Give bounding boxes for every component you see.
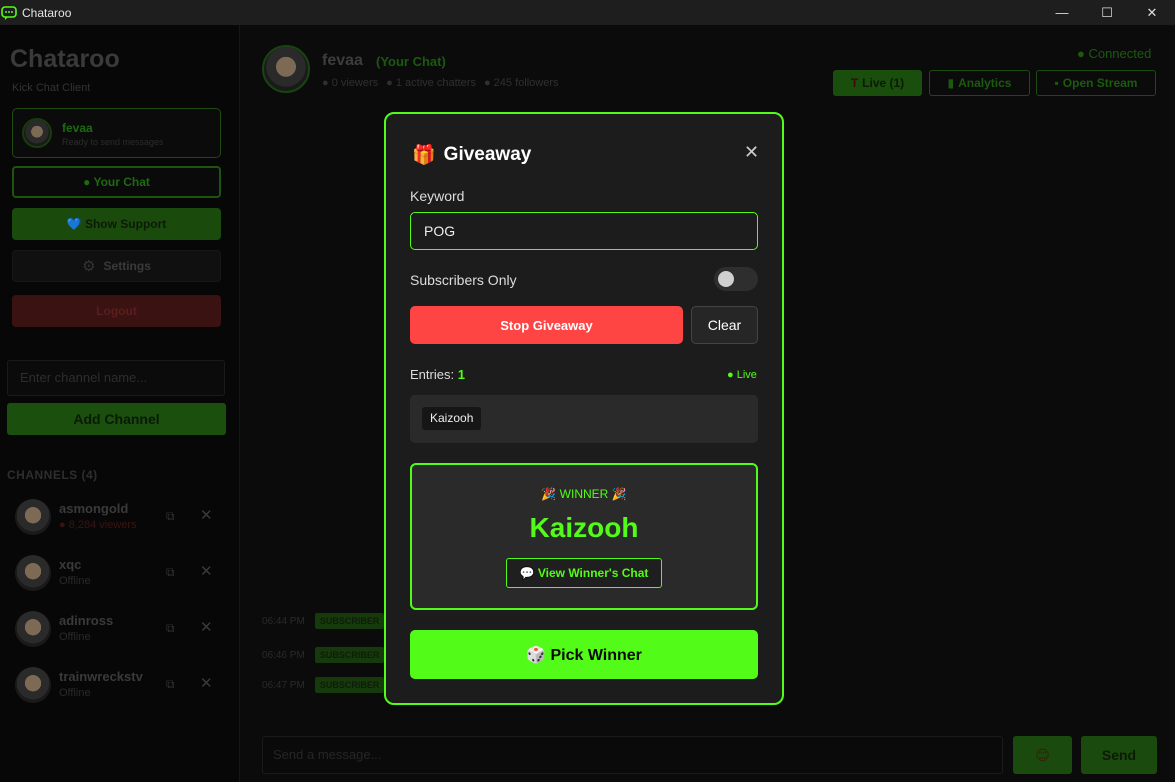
giveaway-modal: 🎁 Giveaway ✕ Keyword POG Subscribers Onl… bbox=[384, 112, 784, 705]
close-window-button[interactable]: ✕ bbox=[1129, 0, 1175, 25]
channels-heading: CHANNELS (4) bbox=[7, 468, 98, 482]
settings-button[interactable]: ⚙ Settings bbox=[12, 250, 221, 282]
channel-item[interactable]: asmongold ● 8,284 viewers ⧉ ✕ bbox=[0, 499, 240, 555]
modal-title-text: Giveaway bbox=[443, 144, 532, 165]
bar-chart-icon: ▮ bbox=[947, 76, 955, 90]
avatar bbox=[15, 499, 51, 535]
winner-name: Kaizooh bbox=[529, 512, 639, 543]
chat-message: 06:46 PM SUBSCRIBER bbox=[262, 646, 385, 664]
channel-title: fevaa bbox=[322, 52, 363, 69]
chat-message: 06:47 PM SUBSCRIBER bbox=[262, 676, 385, 694]
live-label: Live (1) bbox=[862, 76, 905, 90]
avatar bbox=[15, 555, 51, 591]
avatar bbox=[15, 667, 51, 703]
your-chat-tag: (Your Chat) bbox=[376, 54, 446, 69]
channel-item[interactable]: adinross Offline ⧉ ✕ bbox=[0, 611, 240, 667]
subscriber-badge: SUBSCRIBER bbox=[314, 647, 385, 663]
sidebar: Chataroo Kick Chat Client fevaa Ready to… bbox=[0, 25, 240, 782]
channel-item[interactable]: trainwreckstv Offline ⧉ ✕ bbox=[0, 667, 240, 723]
entries-label: Entries: 1 bbox=[410, 367, 465, 382]
channel-status: Offline bbox=[59, 575, 91, 587]
channel-status: Offline bbox=[59, 631, 91, 643]
channel-status: ● 8,284 viewers bbox=[59, 519, 137, 531]
channel-name: xqc bbox=[59, 557, 82, 572]
gift-icon: 🎁 bbox=[412, 145, 436, 166]
message-time: 06:46 PM bbox=[262, 649, 305, 661]
live-icon: T bbox=[850, 76, 859, 90]
avatar bbox=[22, 118, 52, 148]
copy-icon[interactable]: ⧉ bbox=[166, 621, 175, 636]
close-icon[interactable]: ✕ bbox=[200, 674, 213, 692]
keyword-label: Keyword bbox=[410, 188, 465, 204]
close-icon[interactable]: ✕ bbox=[200, 618, 213, 636]
viewers-count: ● 0 viewers bbox=[322, 77, 379, 89]
followers-count: ● 245 followers bbox=[483, 77, 559, 89]
message-input[interactable]: Send a message... bbox=[262, 736, 1003, 774]
live-indicator: ● Live bbox=[727, 369, 757, 381]
add-channel-button[interactable]: Add Channel bbox=[7, 403, 226, 435]
pick-winner-button[interactable]: 🎲 Pick Winner bbox=[410, 630, 758, 679]
chat-bubble-icon bbox=[1, 5, 17, 20]
channel-name: asmongold bbox=[59, 501, 129, 516]
copy-icon[interactable]: ⧉ bbox=[166, 677, 175, 692]
profile-status: Ready to send messages bbox=[62, 137, 164, 147]
entries-label-text: Entries: bbox=[410, 367, 455, 382]
stop-giveaway-button[interactable]: Stop Giveaway bbox=[410, 306, 683, 344]
copy-icon[interactable]: ⧉ bbox=[166, 565, 175, 580]
message-time: 06:47 PM bbox=[262, 679, 305, 691]
channel-stats: ● 0 viewers ● 1 active chatters ● 245 fo… bbox=[322, 77, 558, 89]
open-stream-button[interactable]: ▪ Open Stream bbox=[1036, 70, 1156, 96]
open-stream-label: Open Stream bbox=[1062, 76, 1138, 90]
modal-title: 🎁 Giveaway bbox=[412, 143, 531, 167]
settings-label: Settings bbox=[103, 259, 151, 273]
gear-icon: ⚙ bbox=[82, 258, 96, 275]
chatters-count: ● 1 active chatters bbox=[386, 77, 476, 89]
your-chat-button[interactable]: ● Your Chat bbox=[12, 166, 221, 198]
brand-subtitle: Kick Chat Client bbox=[12, 82, 91, 94]
avatar bbox=[262, 45, 310, 93]
channel-name-input[interactable]: Enter channel name... bbox=[7, 360, 225, 396]
logout-button[interactable]: Logout bbox=[12, 295, 221, 327]
toggle-knob bbox=[718, 271, 734, 287]
winner-panel: 🎉 WINNER 🎉 Kaizooh 💬 View Winner's Chat bbox=[410, 463, 758, 610]
channel-item[interactable]: xqc Offline ⧉ ✕ bbox=[0, 555, 240, 611]
show-support-button[interactable]: 💙 Show Support bbox=[12, 208, 221, 240]
subscriber-badge: SUBSCRIBER bbox=[314, 613, 385, 629]
close-icon[interactable]: ✕ bbox=[200, 506, 213, 524]
copy-icon[interactable]: ⧉ bbox=[166, 509, 175, 524]
close-icon[interactable]: ✕ bbox=[200, 562, 213, 580]
subscriber-badge: SUBSCRIBER bbox=[314, 677, 385, 693]
connection-status: ● Connected bbox=[1077, 46, 1152, 61]
keyword-input[interactable]: POG bbox=[410, 212, 758, 250]
channel-name: trainwreckstv bbox=[59, 669, 143, 684]
entry-chip: Kaizooh bbox=[422, 407, 482, 430]
channel-name: adinross bbox=[59, 613, 114, 628]
window-titlebar: Chataroo bbox=[0, 0, 1175, 25]
brand-title: Chataroo bbox=[10, 45, 120, 73]
winner-label: 🎉 WINNER 🎉 bbox=[541, 487, 627, 501]
channel-status: Offline bbox=[59, 687, 91, 699]
subscribers-only-label: Subscribers Only bbox=[410, 272, 517, 288]
close-icon[interactable]: ✕ bbox=[744, 142, 759, 163]
minimize-button[interactable]: — bbox=[1039, 0, 1085, 25]
emoji-button[interactable]: 😊 bbox=[1013, 736, 1072, 774]
profile-card[interactable]: fevaa Ready to send messages bbox=[12, 108, 221, 158]
message-time: 06:44 PM bbox=[262, 615, 305, 627]
window-title: Chataroo bbox=[22, 5, 72, 20]
clear-button[interactable]: Clear bbox=[691, 306, 758, 344]
analytics-button[interactable]: ▮ Analytics bbox=[929, 70, 1030, 96]
view-winner-chat-button[interactable]: 💬 View Winner's Chat bbox=[506, 558, 662, 588]
avatar bbox=[15, 611, 51, 647]
analytics-label: Analytics bbox=[958, 76, 1012, 90]
chat-message: 06:44 PM SUBSCRIBER bbox=[262, 612, 385, 630]
profile-name: fevaa bbox=[62, 121, 93, 135]
live-button[interactable]: T Live (1) bbox=[833, 70, 922, 96]
entries-count: 1 bbox=[457, 367, 465, 382]
clapper-icon: ▪ bbox=[1054, 76, 1059, 90]
subscribers-only-toggle[interactable] bbox=[714, 267, 758, 291]
maximize-button[interactable]: ☐ bbox=[1084, 0, 1130, 25]
send-button[interactable]: Send bbox=[1081, 736, 1157, 774]
entries-list: Kaizooh bbox=[410, 395, 758, 443]
